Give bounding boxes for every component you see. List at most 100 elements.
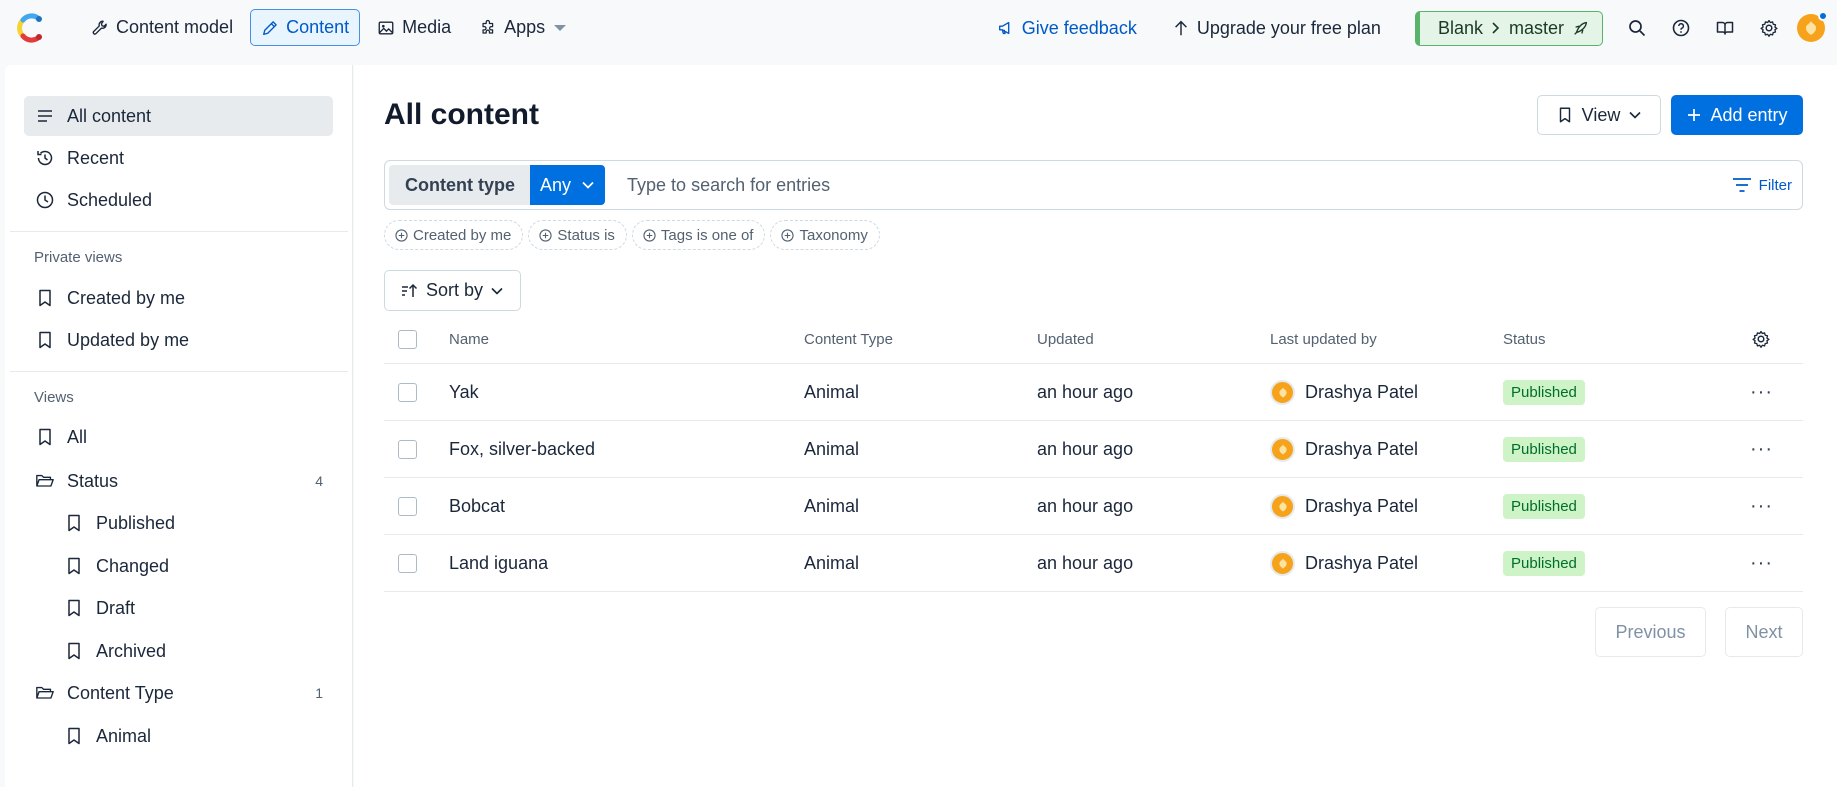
bookmark-icon	[64, 556, 84, 576]
views-heading: Views	[34, 389, 74, 406]
page-title: All content	[384, 98, 539, 131]
nav-content[interactable]: Content	[250, 9, 361, 46]
chevron-down-icon	[490, 286, 504, 296]
nav-content-model[interactable]: Content model	[80, 9, 244, 46]
bookmark-icon	[64, 598, 84, 618]
environment-switcher[interactable]: Blank master	[1414, 10, 1603, 46]
search-input[interactable]	[627, 174, 1628, 196]
folder-open-icon	[35, 471, 55, 491]
gear-icon	[1751, 329, 1771, 349]
entry-name[interactable]: Land iguana	[449, 535, 548, 591]
settings-button[interactable]	[1747, 6, 1791, 50]
user-avatar[interactable]	[1797, 11, 1828, 42]
filter-icon	[1732, 177, 1752, 193]
view-button[interactable]: View	[1537, 95, 1661, 135]
chip-taxonomy[interactable]: Taxonomy	[770, 220, 880, 250]
content-type-select[interactable]: Any	[530, 165, 606, 205]
entry-name[interactable]: Bobcat	[449, 478, 505, 534]
sidebar-folder-content-type[interactable]: Content Type 1	[24, 673, 333, 713]
entry-name[interactable]: Yak	[449, 364, 479, 420]
top-bar: Content model Content Media Apps Give fe…	[0, 0, 1837, 56]
next-page-button[interactable]: Next	[1725, 607, 1803, 657]
sidebar-item-recent[interactable]: Recent	[24, 138, 333, 178]
pen-icon	[261, 19, 279, 37]
column-header-name[interactable]: Name	[449, 315, 489, 363]
sidebar-item-label: Updated by me	[67, 329, 190, 350]
filter-label: Filter	[1758, 176, 1792, 194]
add-entry-button[interactable]: Add entry	[1671, 95, 1803, 135]
sidebar-item-created-by-me[interactable]: Created by me	[24, 278, 333, 318]
sidebar-folder-status[interactable]: Status 4	[24, 461, 333, 501]
previous-page-button[interactable]: Previous	[1595, 607, 1706, 657]
plus-circle-icon	[643, 228, 656, 242]
gear-icon	[1759, 18, 1779, 38]
sidebar-item-published[interactable]: Published	[53, 503, 333, 543]
entries-table: Name Content Type Updated Last updated b…	[384, 315, 1803, 592]
sidebar-item-updated-by-me[interactable]: Updated by me	[24, 320, 333, 360]
search-button[interactable]	[1615, 6, 1659, 50]
table-row[interactable]: Bobcat Animal an hour ago Drashya Patel …	[384, 478, 1803, 535]
sidebar-item-label: Published	[96, 512, 176, 533]
entry-last-updated-by: Drashya Patel	[1305, 495, 1419, 516]
sidebar-item-label: Changed	[96, 555, 170, 576]
chip-created-by-me[interactable]: Created by me	[384, 220, 524, 250]
chip-label: Status is	[557, 226, 615, 244]
add-entry-label: Add entry	[1710, 104, 1788, 125]
select-all-checkbox[interactable]	[398, 329, 417, 349]
bookmark-icon	[64, 726, 84, 746]
history-icon	[35, 148, 55, 168]
folder-open-icon	[35, 683, 55, 703]
give-feedback-link[interactable]: Give feedback	[997, 18, 1137, 39]
sidebar-divider	[10, 231, 348, 232]
sidebar-item-scheduled[interactable]: Scheduled	[24, 180, 333, 220]
bookmark-icon	[35, 427, 55, 447]
avatar	[1270, 493, 1295, 519]
column-header-status: Status	[1503, 330, 1546, 348]
contentful-logo-icon[interactable]	[14, 11, 48, 45]
chip-status-is[interactable]: Status is	[528, 220, 627, 250]
sort-by-button[interactable]: Sort by	[384, 270, 521, 311]
row-checkbox[interactable]	[398, 382, 417, 402]
filter-button[interactable]: Filter	[1732, 177, 1792, 194]
bookmark-icon	[64, 641, 84, 661]
row-more-actions-icon[interactable]: ···	[1750, 438, 1773, 461]
status-badge: Published	[1503, 379, 1585, 405]
row-more-actions-icon[interactable]: ···	[1750, 381, 1773, 404]
table-row[interactable]: Fox, silver-backed Animal an hour ago Dr…	[384, 421, 1803, 478]
sidebar-item-draft[interactable]: Draft	[53, 588, 333, 628]
nav-media[interactable]: Media	[366, 9, 462, 46]
entry-updated: an hour ago	[1037, 438, 1134, 459]
sidebar-divider	[10, 371, 348, 372]
sidebar-item-all-content[interactable]: All content	[24, 96, 333, 136]
nav-apps[interactable]: Apps	[468, 9, 577, 46]
plus-circle-icon	[395, 228, 408, 242]
nav-content-model-label: Content model	[116, 17, 234, 37]
plus-circle-icon	[781, 228, 795, 242]
bookmark-icon	[64, 513, 84, 533]
column-header-updated[interactable]: Updated	[1037, 315, 1094, 363]
row-checkbox[interactable]	[398, 439, 417, 459]
sidebar-item-all[interactable]: All	[24, 417, 333, 457]
sidebar-item-changed[interactable]: Changed	[53, 546, 333, 586]
row-checkbox[interactable]	[398, 496, 417, 516]
help-button[interactable]	[1659, 6, 1703, 50]
entry-last-updated-by: Drashya Patel	[1305, 438, 1419, 459]
entry-name[interactable]: Fox, silver-backed	[449, 421, 595, 477]
table-row[interactable]: Yak Animal an hour ago Drashya Patel Pub…	[384, 364, 1803, 421]
chevron-down-icon	[1628, 110, 1642, 120]
row-checkbox[interactable]	[398, 553, 417, 573]
table-row[interactable]: Land iguana Animal an hour ago Drashya P…	[384, 535, 1803, 592]
row-more-actions-icon[interactable]: ···	[1750, 495, 1773, 518]
nav-content-label: Content	[286, 17, 350, 37]
sidebar-item-archived[interactable]: Archived	[53, 631, 333, 671]
arrow-up-icon	[1173, 19, 1189, 37]
chip-tags-is-one-of[interactable]: Tags is one of	[631, 220, 766, 250]
row-more-actions-icon[interactable]: ···	[1750, 552, 1773, 575]
sidebar-item-label: All content	[67, 105, 152, 126]
column-settings-button[interactable]	[1751, 315, 1771, 363]
chevron-down-icon	[554, 24, 567, 31]
list-icon	[35, 106, 55, 126]
sidebar-item-animal[interactable]: Animal	[53, 716, 333, 756]
upgrade-plan-link[interactable]: Upgrade your free plan	[1173, 18, 1381, 39]
docs-button[interactable]	[1703, 6, 1747, 50]
